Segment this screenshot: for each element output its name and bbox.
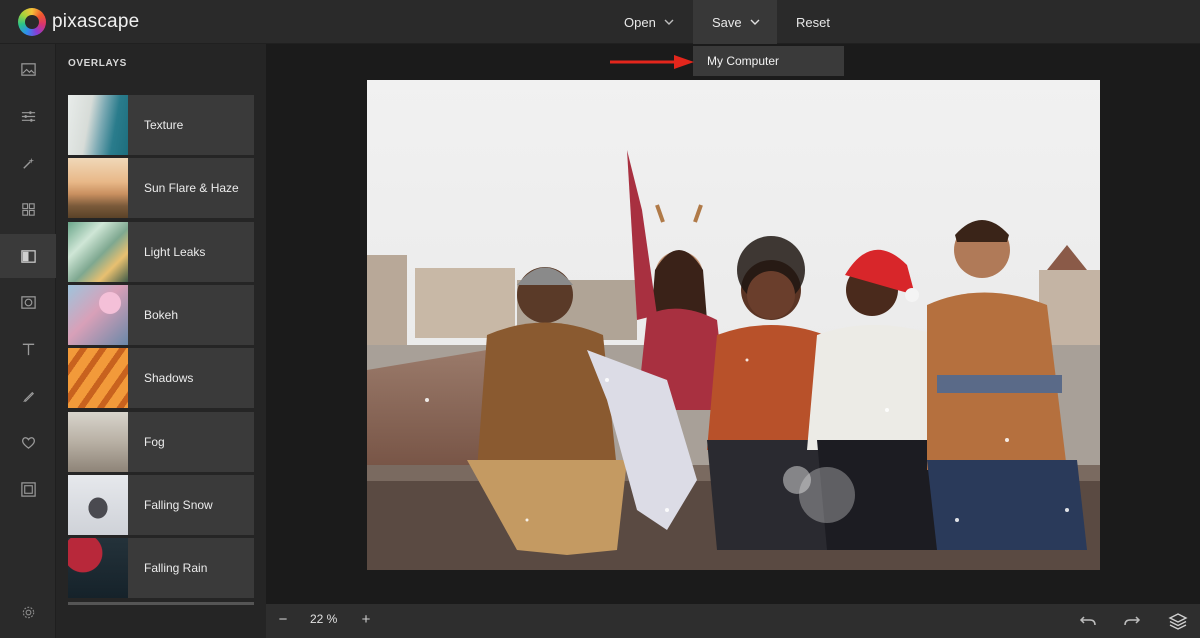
overlay-label: Bokeh bbox=[144, 308, 179, 322]
overlay-thumbnail bbox=[68, 538, 128, 598]
reset-label: Reset bbox=[796, 14, 830, 30]
bottom-bar: − 22 % + bbox=[266, 604, 1200, 638]
next-overlay-peek bbox=[68, 602, 254, 605]
image-icon bbox=[20, 62, 36, 76]
overlay-thumbnail bbox=[68, 348, 128, 408]
save-menu[interactable]: Save bbox=[693, 0, 777, 44]
panel-title: OVERLAYS bbox=[68, 58, 127, 69]
tool-text[interactable] bbox=[0, 327, 56, 371]
overlay-label: Light Leaks bbox=[144, 245, 206, 259]
tool-rail bbox=[0, 44, 56, 638]
frame-icon bbox=[20, 481, 36, 497]
overlay-item-light-leaks[interactable]: Light Leaks bbox=[68, 222, 254, 282]
tool-stickers[interactable] bbox=[0, 420, 56, 464]
tool-draw[interactable] bbox=[0, 374, 56, 418]
chevron-down-icon bbox=[664, 19, 674, 25]
undo-icon[interactable] bbox=[1078, 611, 1098, 631]
overlay-label: Falling Rain bbox=[144, 561, 208, 575]
overlay-thumbnail bbox=[68, 95, 128, 155]
chevron-down-icon bbox=[750, 19, 760, 25]
logo-icon bbox=[18, 8, 46, 36]
text-icon bbox=[22, 343, 34, 355]
open-menu[interactable]: Open bbox=[624, 0, 674, 44]
tool-image[interactable] bbox=[0, 47, 56, 91]
brush-icon bbox=[22, 391, 34, 402]
layers-icon[interactable] bbox=[1168, 611, 1188, 631]
zoom-in-button[interactable]: + bbox=[357, 611, 375, 629]
tool-layouts[interactable] bbox=[0, 187, 56, 231]
redo-icon[interactable] bbox=[1122, 611, 1142, 631]
overlay-thumbnail bbox=[68, 222, 128, 282]
heart-icon bbox=[21, 436, 35, 449]
save-dropdown-item-my-computer[interactable]: My Computer bbox=[693, 46, 844, 76]
tool-effects[interactable] bbox=[0, 141, 56, 185]
overlay-label: Shadows bbox=[144, 371, 194, 385]
overlay-thumbnail bbox=[68, 412, 128, 472]
app-logo[interactable]: pixascape bbox=[18, 7, 139, 37]
sliders-icon bbox=[21, 110, 35, 122]
tool-adjust[interactable] bbox=[0, 94, 56, 138]
tool-settings[interactable] bbox=[0, 590, 56, 634]
overlay-thumbnail bbox=[68, 158, 128, 218]
overlay-item-fog[interactable]: Fog bbox=[68, 412, 254, 472]
reset-button[interactable]: Reset bbox=[796, 0, 830, 44]
overlay-thumbnail bbox=[68, 475, 128, 535]
overlay-label: Texture bbox=[144, 118, 184, 132]
tool-vignette[interactable] bbox=[0, 280, 56, 324]
tool-overlays[interactable] bbox=[0, 234, 56, 278]
overlay-thumbnail bbox=[68, 285, 128, 345]
top-bar: pixascape Open Save Reset bbox=[0, 0, 1200, 44]
annotation-arrow-icon bbox=[610, 55, 694, 69]
vignette-icon bbox=[20, 295, 36, 309]
app-name: pixascape bbox=[52, 11, 140, 32]
magic-wand-icon bbox=[22, 157, 34, 169]
photo-canvas[interactable] bbox=[367, 80, 1100, 570]
overlay-item-falling-rain[interactable]: Falling Rain bbox=[68, 538, 254, 598]
overlay-item-sun-flare[interactable]: Sun Flare & Haze bbox=[68, 158, 254, 218]
overlay-item-bokeh[interactable]: Bokeh bbox=[68, 285, 254, 345]
overlays-panel: OVERLAYS Texture Sun Flare & Haze Light … bbox=[56, 44, 266, 638]
overlay-item-shadows[interactable]: Shadows bbox=[68, 348, 254, 408]
overlay-item-texture[interactable]: Texture bbox=[68, 95, 254, 155]
open-menu-label: Open bbox=[624, 14, 656, 30]
zoom-out-button[interactable]: − bbox=[274, 611, 292, 629]
settings-icon bbox=[22, 606, 34, 618]
zoom-level: 22 % bbox=[310, 612, 338, 626]
overlay-label: Falling Snow bbox=[144, 498, 213, 512]
grid-icon bbox=[21, 202, 35, 216]
save-menu-label: Save bbox=[712, 14, 742, 30]
overlay-icon bbox=[20, 249, 36, 263]
overlay-label: Sun Flare & Haze bbox=[144, 181, 239, 195]
tool-frames[interactable] bbox=[0, 467, 56, 511]
overlay-item-falling-snow[interactable]: Falling Snow bbox=[68, 475, 254, 535]
overlay-label: Fog bbox=[144, 435, 165, 449]
